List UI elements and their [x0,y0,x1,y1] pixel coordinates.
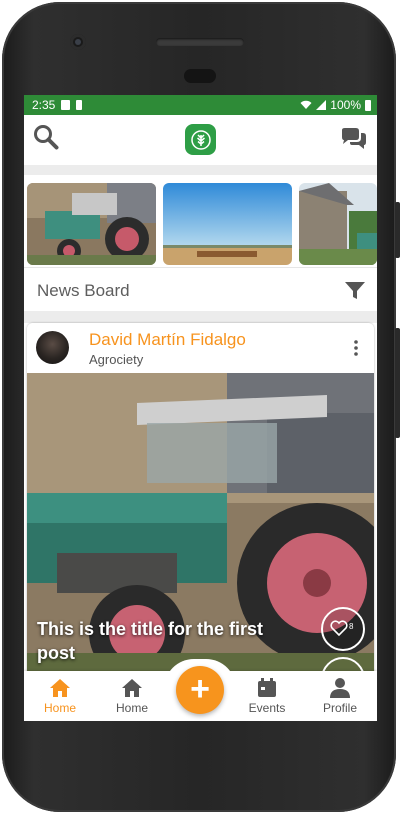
carousel-item[interactable] [163,183,292,265]
post-organization: Agrociety [89,352,144,367]
news-board-header: News Board [24,267,377,312]
battery-percent: 100% [330,98,361,112]
power-button [395,328,400,438]
front-camera [70,34,86,50]
person-icon [330,678,350,698]
bottom-navigation: Home Home + Events Profile [24,659,377,721]
nav-profile[interactable]: Profile [310,671,370,721]
post-author[interactable]: David Martín Fidalgo [89,330,246,350]
status-time: 2:35 [32,98,56,112]
battery-saver-icon [76,100,83,110]
calendar-icon [258,678,276,697]
like-count: 8 [349,622,354,631]
post-title[interactable]: This is the title for the first post [37,617,297,665]
chat-icon[interactable] [340,127,368,151]
leaf-icon[interactable] [185,124,216,155]
volume-button [395,202,400,258]
wifi-icon [300,100,312,109]
add-post-button[interactable]: + [176,666,224,714]
like-button[interactable]: 8 [321,607,365,651]
heart-icon [330,620,348,636]
plus-icon: + [190,670,210,708]
section-divider [24,165,377,175]
battery-icon [365,99,371,111]
post-header: David Martín Fidalgo Agrociety [27,323,374,373]
image-carousel[interactable] [24,175,377,267]
more-options-icon[interactable] [354,340,358,356]
nav-label-events: Events [248,701,286,715]
home-icon [122,679,142,697]
feed-background [24,311,377,323]
nav-events[interactable]: Events [237,671,297,721]
nav-label-home: Home [115,701,148,715]
notification-icon [61,100,71,110]
avatar[interactable] [36,331,69,364]
section-title: News Board [37,281,130,300]
nav-label-profile: Profile [322,701,357,715]
filter-icon[interactable] [345,282,365,300]
app-bar [24,115,377,165]
carousel-item[interactable] [27,183,156,265]
nav-home-active[interactable]: Home [30,671,90,721]
search-icon[interactable] [33,124,59,150]
nav-label-home: Home [43,701,76,715]
post-card[interactable]: David Martín Fidalgo Agrociety This is t… [27,323,374,683]
home-icon [50,679,70,697]
proximity-sensor [184,69,216,83]
signal-icon [316,100,327,110]
status-bar: 2:35 100% [24,95,377,115]
phone-frame: 2:35 100% News Board David Martín Fidalg… [2,2,400,812]
app-screen: 2:35 100% News Board David Martín Fidalg… [24,95,377,721]
earpiece-speaker [156,38,244,46]
carousel-item[interactable] [299,183,377,265]
nav-home[interactable]: Home [102,671,162,721]
